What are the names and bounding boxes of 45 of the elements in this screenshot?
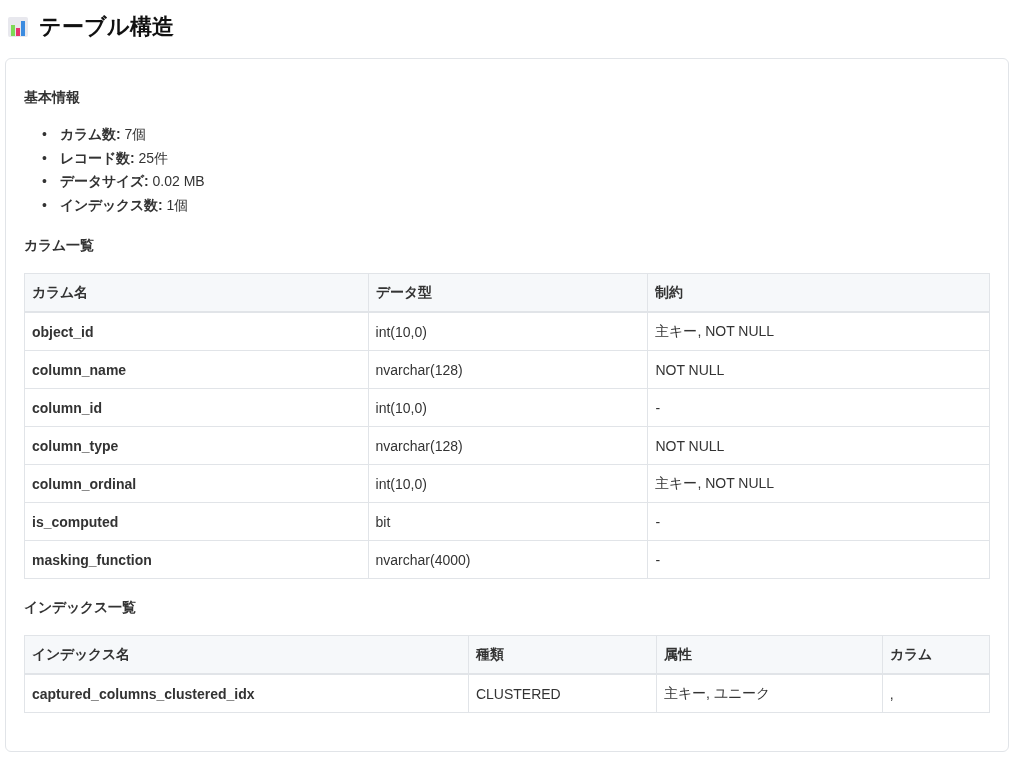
table-cell: , [882,674,990,713]
table-cell: 主キー, NOT NULL [647,464,990,503]
info-item: カラム数: 7個 [60,125,147,144]
column-header: カラム名 [24,273,369,312]
table-cell: - [647,502,990,541]
table-cell: int(10,0) [368,388,648,427]
table-cell: nvarchar(128) [368,426,648,465]
table-cell: CLUSTERED [468,674,657,713]
table-cell: column_type [24,426,369,465]
table-cell: NOT NULL [647,426,990,465]
column-header: データ型 [368,273,648,312]
section-heading: 基本情報 [24,89,81,107]
table-cell: column_ordinal [24,464,369,503]
page-title: テーブル構造 [39,13,174,41]
table-cell: object_id [24,312,369,351]
table-cell: captured_columns_clustered_idx [24,674,469,713]
bullet: • [42,195,48,215]
table-cell: nvarchar(4000) [368,540,648,579]
bullet: • [42,148,48,168]
bullet: • [42,172,48,191]
table-cell: int(10,0) [368,464,648,503]
info-item: インデックス数: 1個 [60,195,189,215]
column-header: 種類 [468,635,657,674]
column-header: 属性 [656,635,883,674]
table-cell: - [647,540,990,579]
column-header: インデックス名 [24,635,469,674]
section-heading: インデックス一覧 [24,599,137,617]
table-cell: NOT NULL [647,350,990,389]
table-cell: int(10,0) [368,312,648,351]
table-cell: is_computed [24,502,369,541]
table-cell: 主キー, ユニーク [656,674,883,713]
table-cell: nvarchar(128) [368,350,648,389]
info-item: データサイズ: 0.02 MB [60,172,205,191]
table-cell: column_name [24,350,369,389]
bar-chart-icon [7,16,29,38]
table-cell: 主キー, NOT NULL [647,312,990,351]
column-header: カラム [882,635,990,674]
table-cell: - [647,388,990,427]
bullet: • [42,125,48,144]
section-heading: カラム一覧 [24,237,95,255]
table-cell: column_id [24,388,369,427]
table-cell: bit [368,502,648,541]
column-header: 制約 [647,273,990,312]
table-cell: masking_function [24,540,369,579]
info-item: レコード数: 25件 [60,148,169,168]
